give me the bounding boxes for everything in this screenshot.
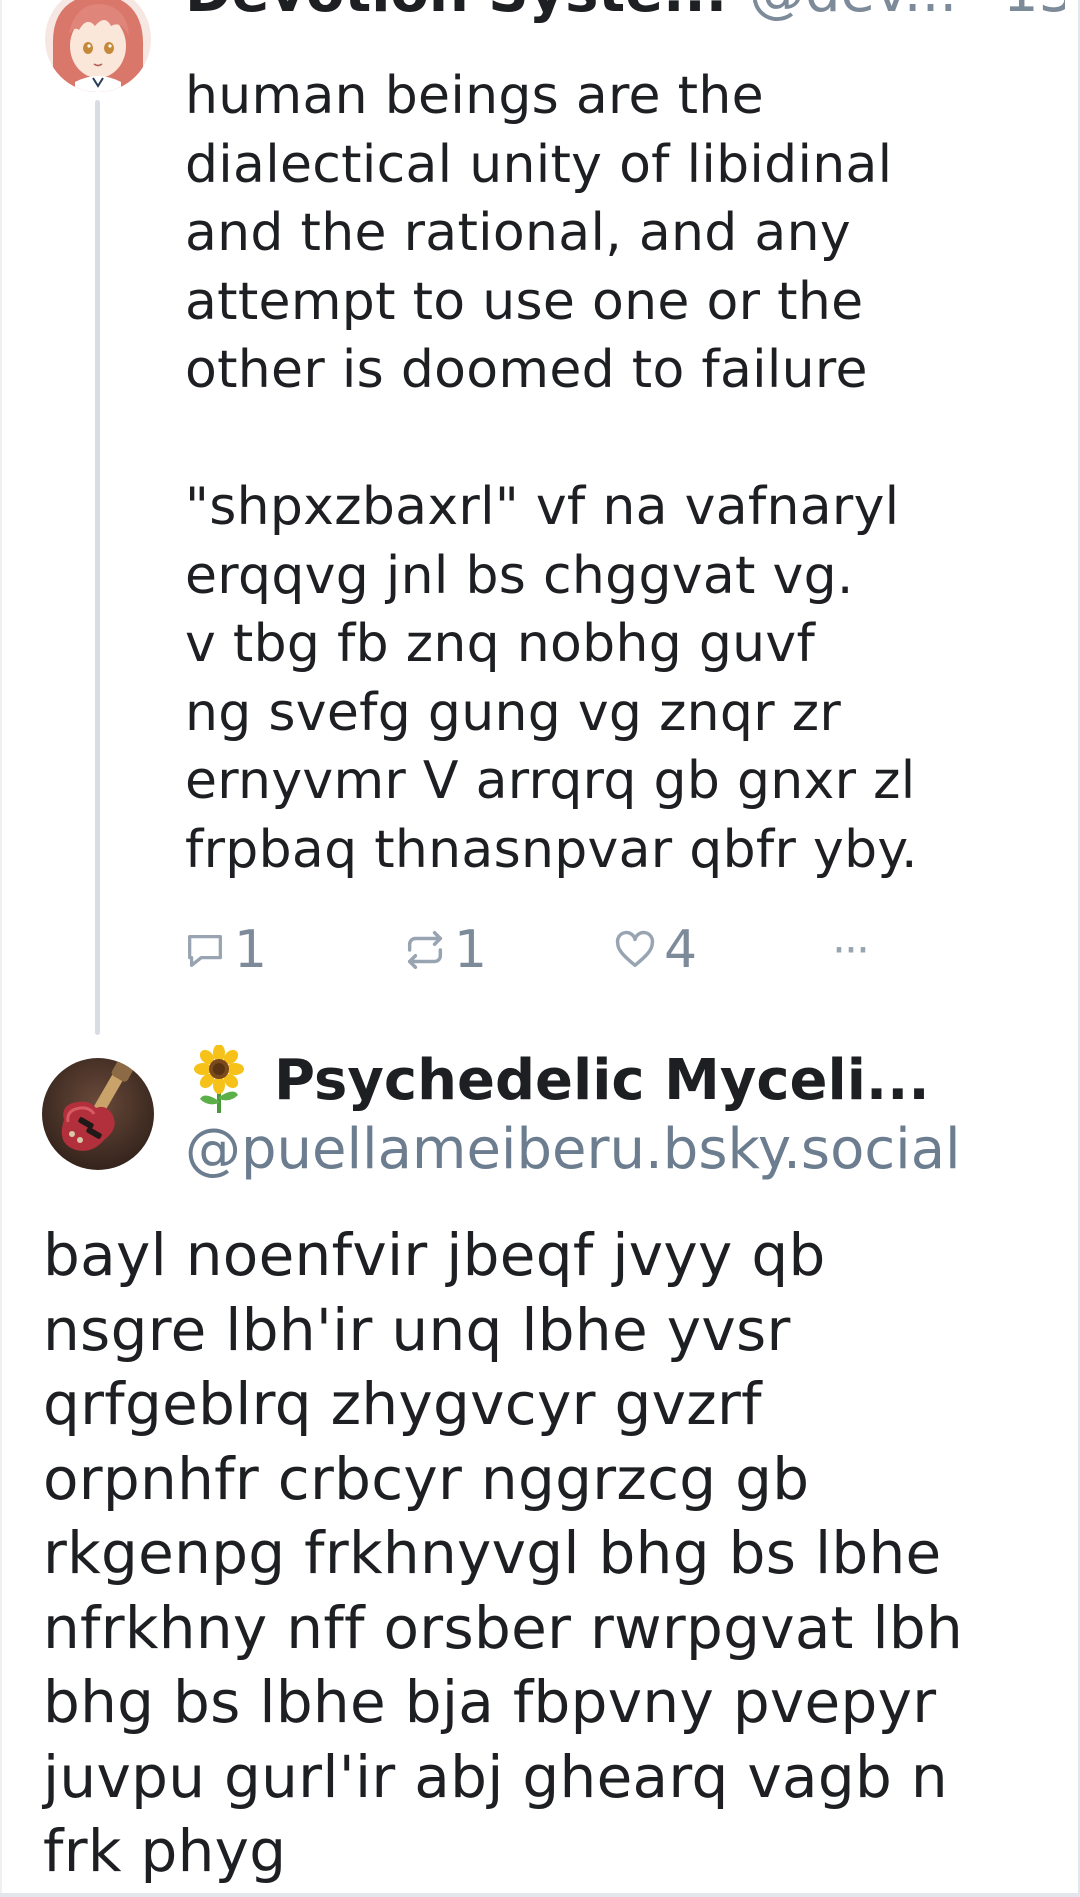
avatar[interactable] xyxy=(42,1058,154,1170)
like-count: 4 xyxy=(664,920,698,980)
post-text: human beings are the dialectical unity o… xyxy=(185,66,918,880)
post-timestamp[interactable]: 13h xyxy=(1003,0,1065,25)
thread-connector-line xyxy=(95,100,100,1035)
post-text: bayl noenfvir jbeqf jvyy qb nsgre lbh'ir… xyxy=(43,1221,964,1885)
repost-count: 1 xyxy=(454,920,488,980)
author-name[interactable]: Devotion Syste... xyxy=(185,0,727,25)
post-actions: 1 1 4 ··· xyxy=(182,915,902,985)
avatar[interactable] xyxy=(45,0,151,92)
reply-button[interactable]: 1 xyxy=(182,915,267,985)
author-handle[interactable]: @puellameiberu.bsky.social xyxy=(185,1114,1065,1186)
repost-button[interactable]: 1 xyxy=(402,915,487,985)
parent-post[interactable]: Devotion Syste... @dev... · 13h human being… xyxy=(0,0,1080,1035)
post-header: Psychedelic Myceli... xyxy=(190,1040,1060,1120)
guitar-avatar-image xyxy=(42,1058,154,1170)
bottom-divider xyxy=(0,1893,1080,1897)
reply-icon xyxy=(188,934,222,967)
thread-view: { "thread": { "parent_post": { "author_n… xyxy=(0,0,1080,1897)
separator-dot: · xyxy=(971,0,989,25)
author-handle[interactable]: @dev... xyxy=(749,0,957,25)
anime-avatar-image xyxy=(45,0,151,92)
like-button[interactable]: 4 xyxy=(612,915,697,985)
more-options-button[interactable]: ··· xyxy=(832,915,870,985)
repost-icon xyxy=(407,931,443,969)
reply-count: 1 xyxy=(234,920,268,980)
more-options-icon: ··· xyxy=(832,924,870,976)
sunflower-icon xyxy=(194,1045,244,1113)
author-name[interactable]: Psychedelic Myceli... xyxy=(274,1048,930,1113)
post-header: Devotion Syste... @dev... · 13h xyxy=(185,0,1065,28)
heart-icon xyxy=(615,930,655,968)
